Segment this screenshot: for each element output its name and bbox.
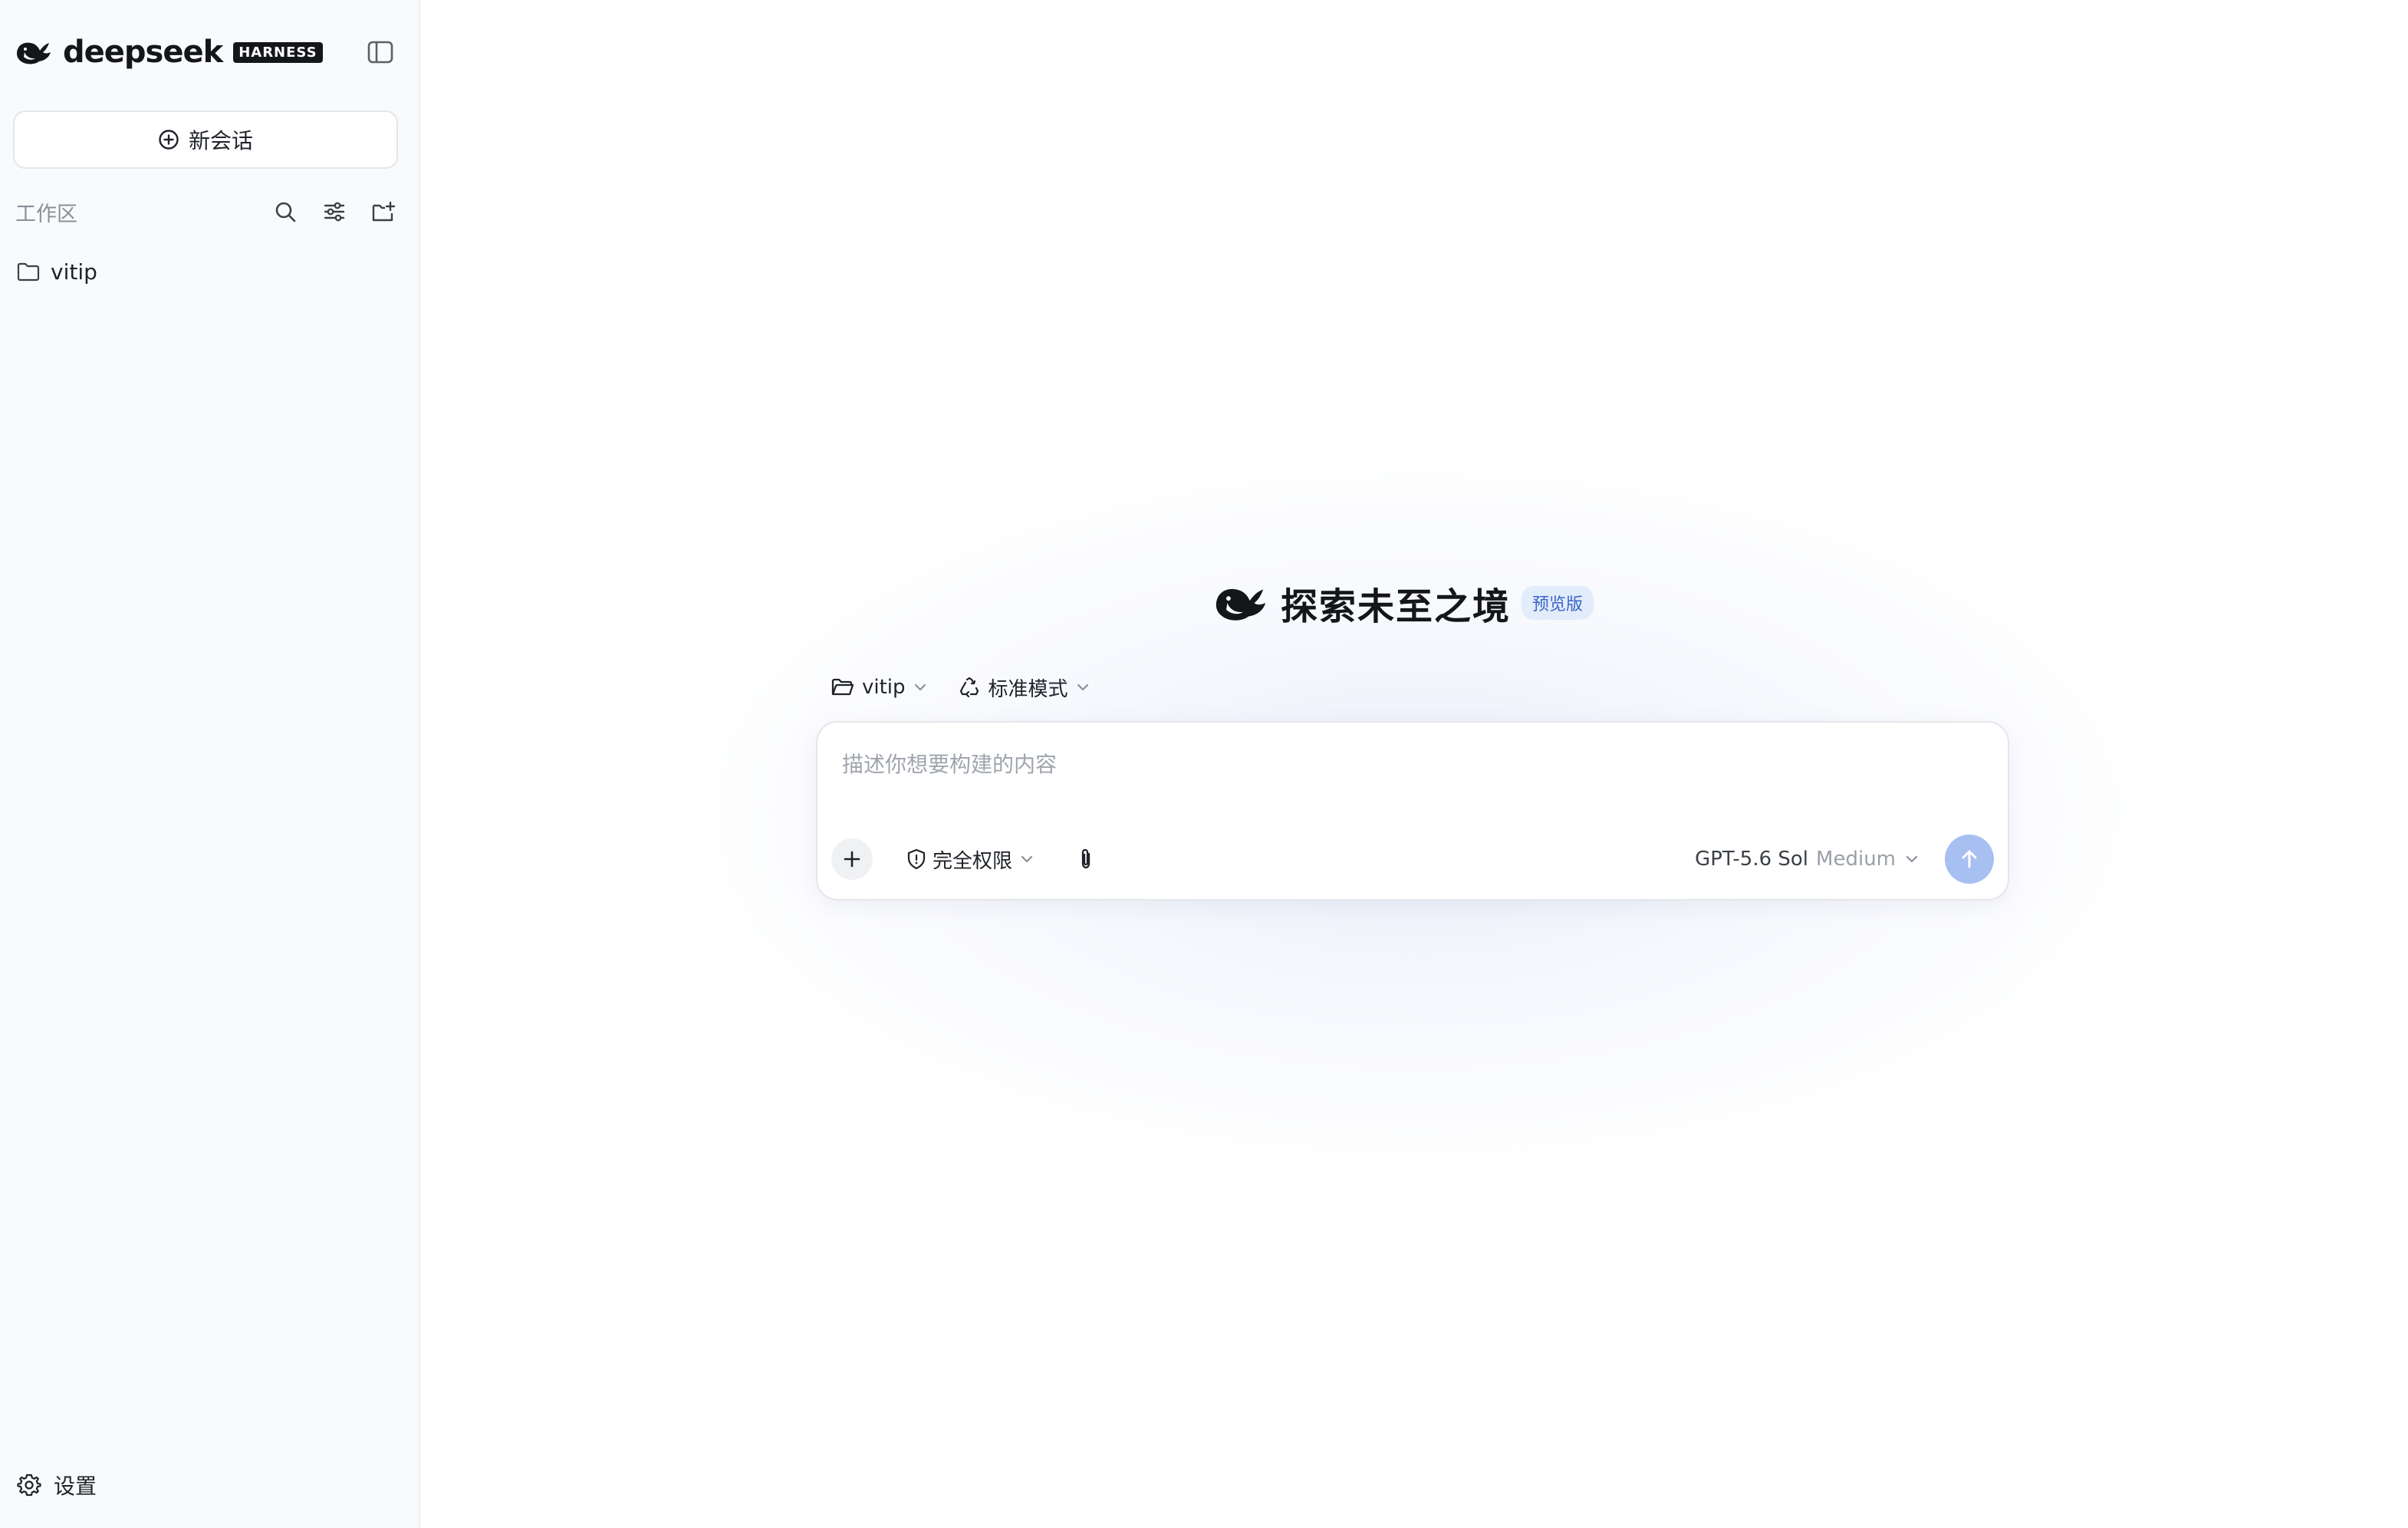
folder-icon (17, 262, 40, 282)
send-button[interactable] (1945, 835, 1994, 884)
recycle-icon (959, 677, 979, 698)
context-row: vitip 标准模式 (831, 669, 1120, 706)
folder-selector[interactable]: vitip (831, 676, 927, 699)
prompt-input[interactable] (840, 746, 1975, 782)
settings-label: 设置 (54, 1474, 97, 1499)
chevron-down-icon (1021, 855, 1033, 863)
model-level: Medium (1816, 848, 1896, 871)
add-button[interactable] (831, 838, 873, 880)
model-name: GPT-5.6 Sol (1695, 848, 1809, 871)
gear-icon (17, 1474, 41, 1497)
hero: 探索未至之境 预览版 (1212, 575, 1594, 631)
composer-toolbar-left: 完全权限 (831, 838, 1101, 881)
new-chat-label: 新会话 (188, 128, 253, 153)
plus-icon (844, 851, 860, 868)
chevron-down-icon (914, 683, 926, 691)
folder-selector-label: vitip (862, 676, 906, 699)
arrow-up-icon (1962, 850, 1977, 868)
brand-name: deepseek (63, 35, 223, 70)
folder-open-icon (831, 678, 854, 696)
sidebar-panel-icon (367, 41, 393, 64)
paperclip-icon (1081, 848, 1091, 869)
chevron-down-icon (1077, 683, 1088, 691)
chevron-down-icon (1906, 855, 1918, 863)
workspace-title: 工作区 (15, 202, 77, 226)
workspace-header: 工作区 (15, 196, 399, 227)
workspace-item-label: vitip (51, 259, 97, 285)
sidebar: deepseek HARNESS 新会话 工作区 vitip 设置 (0, 0, 420, 1528)
workspace-actions (252, 196, 399, 227)
permission-selector[interactable]: 完全权限 (906, 845, 1034, 874)
hero-title: 探索未至之境 (1281, 585, 1512, 628)
preview-badge: 预览版 (1521, 586, 1594, 620)
mode-selector[interactable]: 标准模式 (958, 673, 1090, 702)
folder-plus-icon (372, 201, 396, 222)
whale-icon (1216, 588, 1266, 621)
search-icon (275, 202, 296, 222)
whale-icon (17, 42, 51, 64)
workspace-new-folder-button[interactable] (368, 196, 399, 227)
plus-circle-icon (159, 130, 179, 150)
sidebar-toggle-button[interactable] (365, 38, 396, 66)
new-chat-button[interactable]: 新会话 (13, 110, 398, 169)
mode-selector-label: 标准模式 (988, 677, 1068, 701)
permission-label: 完全权限 (933, 849, 1013, 873)
main-area: 探索未至之境 预览版 vitip 标准模式 描述你想要构建的内容 完全权限 GP… (420, 0, 2408, 1528)
app-window: deepseek HARNESS 新会话 工作区 vitip 设置 探索未至之境… (0, 0, 2408, 1528)
workspace-search-button[interactable] (270, 196, 301, 227)
model-selector[interactable]: GPT-5.6 Sol Medium (1695, 848, 1919, 871)
composer: 完全权限 GPT-5.6 Sol Medium (816, 721, 2009, 901)
workspace-filter-button[interactable] (319, 196, 350, 227)
workspace-item-vitip[interactable]: vitip (17, 255, 97, 288)
attach-button[interactable] (1071, 844, 1101, 874)
sliders-icon (324, 202, 345, 222)
brand-tag: HARNESS (233, 41, 323, 63)
brand: deepseek HARNESS (14, 34, 323, 71)
settings-button[interactable]: 设置 (17, 1470, 97, 1500)
composer-toolbar-right: GPT-5.6 Sol Medium (1695, 835, 1994, 884)
shield-icon (907, 848, 926, 870)
